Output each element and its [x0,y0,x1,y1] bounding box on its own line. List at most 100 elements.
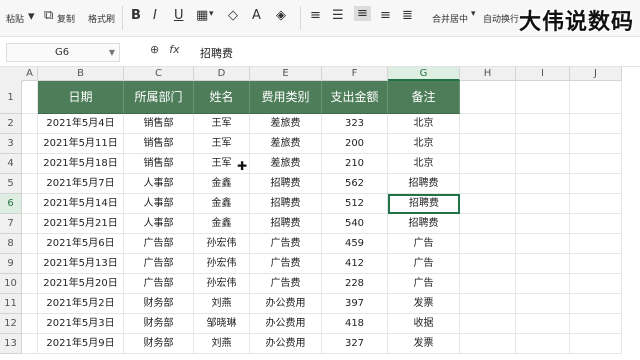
table-cell[interactable]: 招聘费 [388,214,460,234]
table-cell[interactable]: 广告 [388,254,460,274]
empty-cell[interactable] [460,174,516,194]
table-cell[interactable]: 397 [322,294,388,314]
empty-cell[interactable] [516,194,570,214]
column-header-b[interactable]: B [38,67,124,81]
column-header-c[interactable]: C [124,67,194,81]
table-cell[interactable]: 广告费 [250,254,322,274]
empty-cell[interactable] [570,314,622,334]
select-all-corner[interactable] [0,67,23,82]
empty-cell[interactable] [460,334,516,354]
empty-cell[interactable] [22,294,38,314]
empty-cell[interactable] [22,314,38,334]
table-cell[interactable]: 2021年5月18日 [38,154,124,174]
table-cell[interactable]: 招聘费 [250,174,322,194]
table-header-cell[interactable]: 日期 [38,81,124,114]
empty-cell[interactable] [516,334,570,354]
table-cell[interactable]: 2021年5月14日 [38,194,124,214]
empty-cell[interactable] [570,174,622,194]
empty-cell[interactable] [570,154,622,174]
formula-input[interactable]: 招聘费 [200,45,233,61]
table-cell[interactable]: 招聘费 [388,174,460,194]
table-header-cell[interactable]: 备注 [388,81,460,114]
empty-cell[interactable] [22,234,38,254]
empty-cell[interactable] [516,134,570,154]
row-header-6[interactable]: 6 [0,194,22,214]
selected-cell[interactable]: 招聘费 [388,194,460,214]
empty-cell[interactable] [22,114,38,134]
empty-cell[interactable] [516,214,570,234]
table-cell[interactable]: 210 [322,154,388,174]
table-cell[interactable]: 北京 [388,114,460,134]
table-cell[interactable]: 金鑫 [194,194,250,214]
table-cell[interactable]: 收据 [388,314,460,334]
font-color-icon[interactable]: A [252,8,261,23]
merge-center-button[interactable]: 合并居中 [432,12,468,25]
table-cell[interactable]: 财务部 [124,314,194,334]
table-cell[interactable]: 2021年5月4日 [38,114,124,134]
table-cell[interactable]: 412 [322,254,388,274]
empty-cell[interactable] [22,274,38,294]
table-cell[interactable]: 广告 [388,234,460,254]
column-header-a[interactable]: A [22,67,38,81]
format-painter-button[interactable]: 格式刷 [88,12,115,25]
column-header-h[interactable]: H [460,67,516,81]
border-icon[interactable]: ▦ [196,8,208,23]
empty-cell[interactable] [460,114,516,134]
table-cell[interactable]: 金鑫 [194,214,250,234]
row-header-2[interactable]: 2 [0,114,22,134]
table-cell[interactable]: 2021年5月7日 [38,174,124,194]
table-cell[interactable]: 财务部 [124,334,194,354]
table-cell[interactable]: 323 [322,114,388,134]
table-cell[interactable]: 发票 [388,334,460,354]
table-cell[interactable]: 王军 [194,134,250,154]
table-cell[interactable]: 广告费 [250,274,322,294]
empty-cell[interactable] [460,154,516,174]
empty-cell[interactable] [22,174,38,194]
row-header-13[interactable]: 13 [0,334,22,354]
table-cell[interactable]: 广告部 [124,234,194,254]
table-cell[interactable]: 2021年5月6日 [38,234,124,254]
empty-cell[interactable] [570,81,622,114]
table-cell[interactable]: 北京 [388,154,460,174]
empty-cell[interactable] [516,274,570,294]
empty-cell[interactable] [22,134,38,154]
bold-button[interactable]: B [131,8,141,23]
table-cell[interactable]: 228 [322,274,388,294]
empty-cell[interactable] [570,134,622,154]
empty-cell[interactable] [570,214,622,234]
italic-button[interactable]: I [153,8,157,23]
auto-wrap-button[interactable]: 自动换行 [483,12,519,25]
row-header-11[interactable]: 11 [0,294,22,314]
column-header-i[interactable]: I [516,67,570,81]
column-header-g[interactable]: G [388,67,460,81]
empty-cell[interactable] [516,81,570,114]
empty-cell[interactable] [516,254,570,274]
table-cell[interactable]: 人事部 [124,194,194,214]
empty-cell[interactable] [570,194,622,214]
empty-cell[interactable] [570,334,622,354]
dropdown-arrow-icon[interactable]: ▾ [28,9,35,24]
table-cell[interactable]: 200 [322,134,388,154]
row-header-8[interactable]: 8 [0,234,22,254]
table-cell[interactable]: 2021年5月13日 [38,254,124,274]
table-cell[interactable]: 差旅费 [250,134,322,154]
table-cell[interactable]: 2021年5月21日 [38,214,124,234]
fx-icon[interactable]: fx [169,43,179,56]
row-header-10[interactable]: 10 [0,274,22,294]
empty-cell[interactable] [516,314,570,334]
table-cell[interactable]: 512 [322,194,388,214]
table-header-cell[interactable]: 费用类别 [250,81,322,114]
align-center-icon[interactable]: ≡ [354,6,371,21]
row-header-9[interactable]: 9 [0,254,22,274]
table-cell[interactable]: 人事部 [124,214,194,234]
table-header-cell[interactable]: 所属部门 [124,81,194,114]
table-cell[interactable]: 2021年5月20日 [38,274,124,294]
column-header-f[interactable]: F [322,67,388,81]
underline-button[interactable]: U [174,8,184,23]
empty-cell[interactable] [516,114,570,134]
table-cell[interactable]: 销售部 [124,114,194,134]
table-cell[interactable]: 孙宏伟 [194,274,250,294]
table-cell[interactable]: 广告 [388,274,460,294]
table-cell[interactable]: 广告费 [250,234,322,254]
table-cell[interactable]: 办公费用 [250,314,322,334]
